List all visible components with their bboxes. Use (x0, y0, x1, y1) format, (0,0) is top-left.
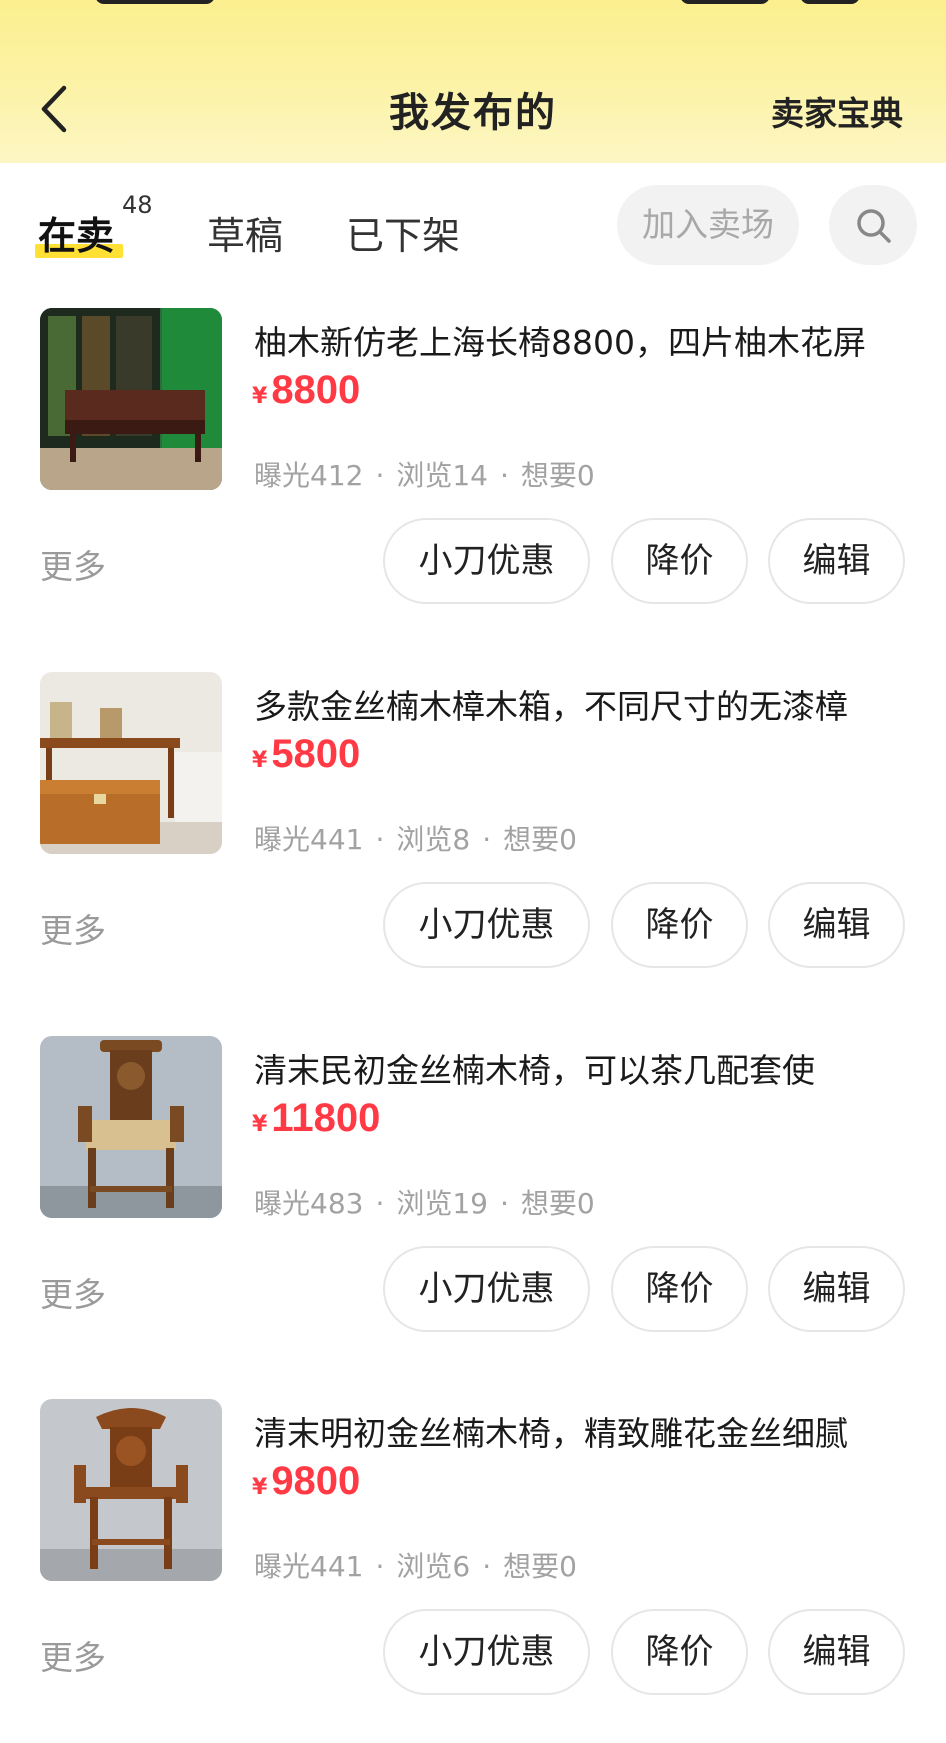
top-bar: 我发布的 卖家宝典 (0, 0, 946, 163)
item-stats: 曝光441 · 浏览8 · 想要0 (254, 818, 577, 858)
currency-symbol: ¥ (252, 748, 268, 773)
view-count: 浏览6 (396, 1550, 471, 1583)
coupon-button[interactable]: 小刀优惠 (383, 882, 590, 968)
item-stats: 曝光483 · 浏览19 · 想要0 (254, 1182, 595, 1222)
edit-button[interactable]: 编辑 (768, 1609, 905, 1695)
stats-separator: · (375, 459, 385, 492)
reduce-price-button[interactable]: 降价 (611, 1609, 748, 1695)
exposure-count: 曝光483 (254, 1187, 364, 1220)
currency-symbol: ¥ (252, 384, 268, 409)
edit-button[interactable]: 编辑 (768, 882, 905, 968)
search-icon (857, 209, 891, 243)
listing-item[interactable]: 多款金丝楠木樟木箱，不同尺寸的无漆樟 ¥5800 曝光441 · 浏览8 · 想要0 更… (0, 672, 946, 972)
item-price: ¥8800 (252, 368, 360, 413)
item-price: ¥9800 (252, 1459, 360, 1504)
reduce-price-button[interactable]: 降价 (611, 1246, 748, 1332)
status-bar (0, 0, 946, 12)
stats-separator: · (482, 1550, 492, 1583)
edit-button[interactable]: 编辑 (768, 518, 905, 604)
more-button[interactable]: 更多 (40, 540, 106, 588)
listing-item[interactable]: 清末民初金丝楠木椅，可以茶几配套使 ¥11800 曝光483 · 浏览19 · 想要0 … (0, 1036, 946, 1336)
view-count: 浏览14 (396, 459, 488, 492)
currency-symbol: ¥ (252, 1112, 268, 1137)
reduce-price-button[interactable]: 降价 (611, 882, 748, 968)
want-count: 想要0 (503, 823, 577, 856)
view-count: 浏览19 (396, 1187, 488, 1220)
coupon-button[interactable]: 小刀优惠 (383, 1609, 590, 1695)
price-amount: 11800 (271, 1096, 381, 1140)
exposure-count: 曝光441 (254, 823, 364, 856)
more-button[interactable]: 更多 (40, 904, 106, 952)
item-title: 柚木新仿老上海长椅8800，四片柚木花屏 (254, 323, 866, 362)
want-count: 想要0 (520, 1187, 595, 1220)
price-amount: 9800 (271, 1459, 361, 1503)
want-count: 想要0 (503, 1550, 577, 1583)
item-title: 清末民初金丝楠木椅，可以茶几配套使 (254, 1051, 815, 1090)
item-thumbnail[interactable] (40, 308, 222, 490)
coupon-button[interactable]: 小刀优惠 (383, 1246, 590, 1332)
item-stats: 曝光412 · 浏览14 · 想要0 (254, 454, 595, 494)
reduce-price-button[interactable]: 降价 (611, 518, 748, 604)
stats-separator: · (482, 823, 492, 856)
listing-item[interactable]: 清末明初金丝楠木椅，精致雕花金丝细腻 ¥9800 曝光441 · 浏览6 · 想要0 更… (0, 1399, 946, 1699)
price-amount: 5800 (271, 732, 361, 776)
edit-button[interactable]: 编辑 (768, 1246, 905, 1332)
view-count: 浏览8 (396, 823, 471, 856)
search-button[interactable] (829, 185, 917, 265)
price-amount: 8800 (271, 368, 361, 412)
item-stats: 曝光441 · 浏览6 · 想要0 (254, 1545, 577, 1585)
more-button[interactable]: 更多 (40, 1268, 106, 1316)
stats-separator: · (375, 1550, 385, 1583)
tab-on-sale-count: 48 (122, 191, 153, 219)
currency-symbol: ¥ (252, 1475, 268, 1500)
exposure-count: 曝光412 (254, 459, 364, 492)
tab-removed[interactable]: 已下架 (346, 205, 460, 260)
item-thumbnail[interactable] (40, 672, 222, 854)
coupon-button[interactable]: 小刀优惠 (383, 518, 590, 604)
tab-on-sale-label: 在卖 (38, 214, 115, 258)
tab-drafts[interactable]: 草稿 (207, 205, 283, 260)
item-price: ¥11800 (252, 1096, 380, 1141)
more-button[interactable]: 更多 (40, 1631, 106, 1679)
item-thumbnail[interactable] (40, 1036, 222, 1218)
stats-separator: · (375, 823, 385, 856)
item-title: 多款金丝楠木樟木箱，不同尺寸的无漆樟 (254, 687, 848, 726)
stats-separator: · (375, 1187, 385, 1220)
item-title: 清末明初金丝楠木椅，精致雕花金丝细腻 (254, 1414, 848, 1453)
seller-guide-link[interactable]: 卖家宝典 (771, 87, 903, 135)
stats-separator: · (500, 1187, 509, 1220)
listing-item[interactable]: 柚木新仿老上海长椅8800，四片柚木花屏 ¥8800 曝光412 · 浏览14 · 想要… (0, 308, 946, 608)
tab-bar: 在卖 48 草稿 已下架 加入卖场 (0, 185, 946, 265)
item-price: ¥5800 (252, 732, 360, 777)
want-count: 想要0 (520, 459, 595, 492)
tab-on-sale[interactable]: 在卖 48 (35, 191, 153, 260)
join-market-button[interactable]: 加入卖场 (617, 185, 799, 265)
item-thumbnail[interactable] (40, 1399, 222, 1581)
stats-separator: · (500, 459, 509, 492)
exposure-count: 曝光441 (254, 1550, 364, 1583)
